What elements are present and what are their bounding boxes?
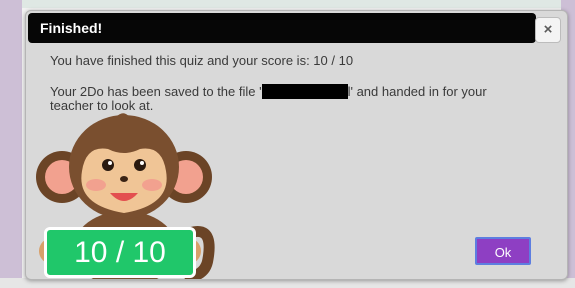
score-badge: 10 / 10 — [44, 227, 196, 278]
dialog-title-bar: Finished! — [28, 13, 536, 43]
close-icon: × — [543, 21, 553, 38]
finished-dialog: Finished! × You have finished this quiz … — [25, 10, 568, 280]
underlying-page-left-edge — [0, 0, 22, 288]
ok-button[interactable]: Ok — [475, 237, 531, 265]
dialog-title: Finished! — [40, 20, 103, 36]
score-message: You have finished this quiz and your sco… — [50, 53, 354, 68]
underlying-page-top-strip — [0, 0, 575, 8]
saved-message-start: Your 2Do has been saved to the file ' — [50, 84, 262, 99]
redacted-filename — [261, 84, 348, 99]
close-button[interactable]: × — [535, 17, 561, 43]
